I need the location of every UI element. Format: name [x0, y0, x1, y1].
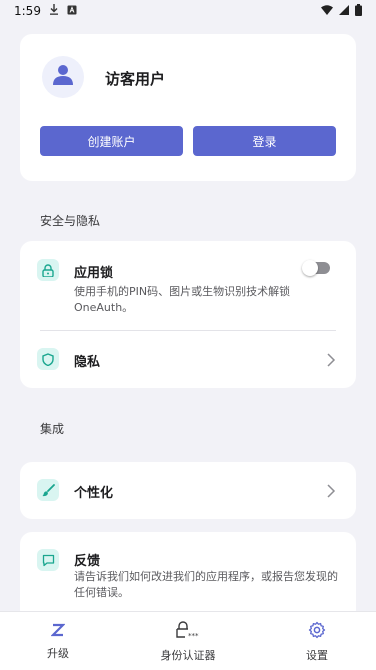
lock-icon [37, 259, 59, 281]
notification-a-icon [67, 4, 77, 18]
status-bar: 1:59 [0, 0, 376, 22]
privacy-row[interactable]: 隐私 [20, 331, 356, 388]
toggle-knob [302, 260, 318, 276]
create-account-button[interactable]: 创建账户 [40, 126, 183, 156]
personalize-title: 个性化 [74, 486, 114, 501]
battery-icon [355, 3, 362, 19]
wifi-icon [321, 4, 333, 18]
integration-section-title: 集成 [40, 422, 65, 436]
user-icon [53, 64, 73, 90]
nav-upgrade[interactable]: 升级 [0, 612, 116, 670]
bottom-nav: 升级 *** 身份认证器 设置 [0, 611, 376, 670]
status-right [321, 3, 362, 19]
status-left: 1:59 [14, 4, 77, 18]
authenticator-lock-icon: *** [176, 620, 200, 643]
nav-authenticator-label: 身份认证器 [160, 648, 216, 662]
profile-name: 访客用户 [105, 70, 166, 88]
svg-text:***: *** [188, 632, 199, 639]
feedback-description: 请告诉我们如何改进我们的应用程序，或报告您发现的任何错误。 [74, 570, 338, 599]
login-button[interactable]: 登录 [193, 126, 336, 156]
shield-icon [37, 348, 59, 370]
chevron-right-icon [326, 352, 336, 367]
privacy-title: 隐私 [74, 355, 101, 370]
nav-upgrade-label: 升级 [47, 647, 69, 660]
status-time: 1:59 [14, 4, 41, 18]
app-lock-description: 使用手机的PIN码、图片或生物识别技术解锁 OneAuth。 [74, 285, 291, 314]
app-lock-toggle[interactable] [302, 260, 330, 276]
app-lock-title: 应用锁 [74, 266, 114, 281]
gear-icon [308, 621, 326, 643]
personalize-row[interactable]: 个性化 [20, 462, 356, 519]
nav-settings[interactable]: 设置 [258, 612, 376, 670]
chat-bubble-icon [37, 549, 59, 571]
avatar [42, 56, 84, 98]
nav-authenticator[interactable]: *** 身份认证器 [120, 612, 256, 670]
profile-card: 访客用户 创建账户 登录 [20, 34, 356, 181]
security-card: 应用锁 使用手机的PIN码、图片或生物识别技术解锁 OneAuth。 隐私 [20, 241, 356, 388]
brush-icon [37, 479, 59, 501]
feedback-title: 反馈 [74, 554, 101, 569]
security-section-title: 安全与隐私 [40, 214, 101, 228]
nav-settings-label: 设置 [306, 648, 328, 662]
feedback-row[interactable]: 反馈 请告诉我们如何改进我们的应用程序，或报告您发现的任何错误。 [20, 532, 356, 622]
upgrade-z-icon [50, 622, 66, 641]
signal-icon [339, 4, 349, 18]
chevron-right-icon [326, 483, 336, 498]
download-icon [49, 4, 59, 18]
